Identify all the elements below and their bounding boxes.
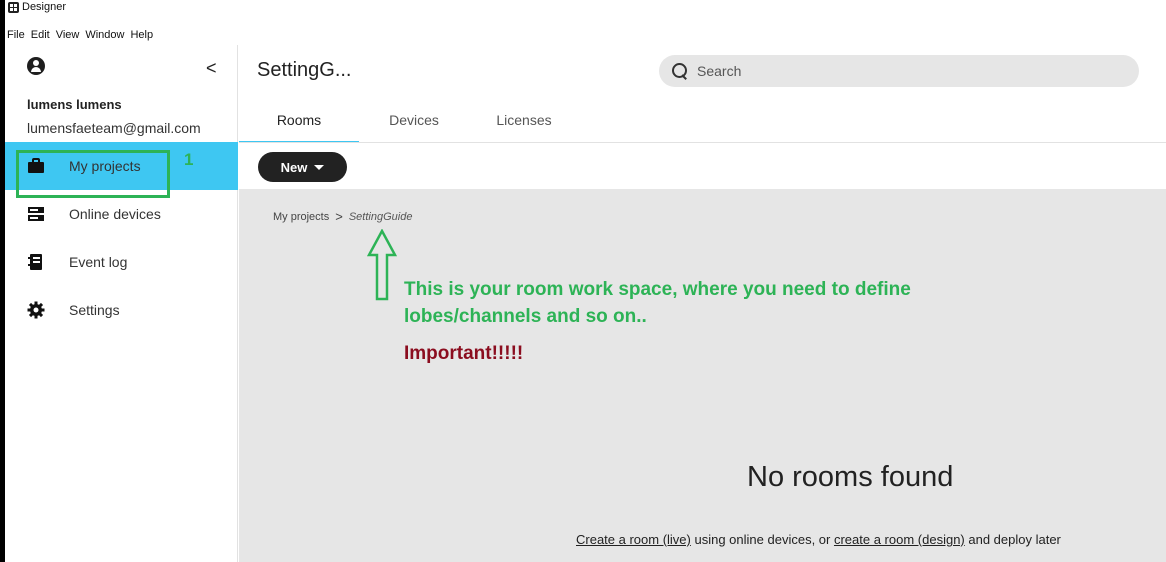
menu-view[interactable]: View xyxy=(56,29,80,41)
tabs-divider xyxy=(239,142,1166,143)
new-button-label: New xyxy=(280,159,308,175)
collapse-sidebar-button[interactable]: < xyxy=(206,59,217,77)
menu-help[interactable]: Help xyxy=(130,29,153,41)
caret-down-icon xyxy=(314,164,325,170)
create-room-live-link[interactable]: Create a room (live) xyxy=(576,532,691,547)
search-input[interactable] xyxy=(697,63,1117,79)
page-title: SettingG... xyxy=(257,59,352,81)
book-icon xyxy=(28,254,42,270)
annotation-line-1: This is your room work space, where you … xyxy=(404,279,911,300)
gear-icon xyxy=(27,301,45,319)
app-logo-icon xyxy=(8,1,19,13)
menu-edit[interactable]: Edit xyxy=(31,29,50,41)
window-title: Designer xyxy=(22,1,67,13)
sidebar: < lumens lumens lumensfaeteam@gmail.com … xyxy=(5,45,238,562)
search-bar[interactable] xyxy=(659,55,1139,87)
breadcrumb-my-projects[interactable]: My projects xyxy=(273,211,329,223)
tab-rooms[interactable]: Rooms xyxy=(239,97,359,143)
tab-bar: Rooms Devices Licenses xyxy=(239,97,579,143)
empty-state-title: No rooms found xyxy=(747,461,954,493)
sidebar-item-label: Online devices xyxy=(69,206,161,222)
sidebar-item-event-log[interactable]: Event log xyxy=(5,238,238,286)
annotation-step-number: 1 xyxy=(184,150,194,169)
tab-devices[interactable]: Devices xyxy=(359,97,469,143)
empty-hint-text-mid: using online devices, or xyxy=(690,532,834,547)
title-bar: Designer xyxy=(5,0,1166,14)
user-name: lumens lumens xyxy=(27,97,122,112)
user-email: lumensfaeteam@gmail.com xyxy=(27,120,201,136)
new-button[interactable]: New xyxy=(258,152,347,182)
account-row: < xyxy=(27,55,227,77)
breadcrumb: My projects > SettingGuide xyxy=(273,209,412,224)
sidebar-item-label: Event log xyxy=(69,254,128,270)
room-workspace: My projects > SettingGuide This is your … xyxy=(239,189,1166,562)
annotation-text: This is your room work space, where you … xyxy=(404,276,911,330)
menu-bar: File Edit View Window Help xyxy=(5,28,153,42)
main-content: SettingG... Rooms Devices Licenses New M… xyxy=(239,45,1166,562)
create-room-design-link[interactable]: create a room (design) xyxy=(834,532,965,547)
account-icon[interactable] xyxy=(27,57,45,75)
empty-hint-text-end: and deploy later xyxy=(964,532,1061,547)
menu-file[interactable]: File xyxy=(7,29,25,41)
annotation-highlight-box xyxy=(16,150,170,198)
menu-window[interactable]: Window xyxy=(85,29,124,41)
annotation-line-2: lobes/channels and so on.. xyxy=(404,306,647,327)
sidebar-item-label: Settings xyxy=(69,302,120,318)
search-icon xyxy=(671,62,689,80)
breadcrumb-current: SettingGuide xyxy=(348,210,413,223)
server-icon xyxy=(28,207,44,221)
designer-window: Designer File Edit View Window Help < lu… xyxy=(5,0,1166,562)
chevron-right-icon: > xyxy=(335,209,343,224)
tab-licenses[interactable]: Licenses xyxy=(469,97,579,143)
sidebar-item-settings[interactable]: Settings xyxy=(5,286,238,334)
empty-state-hint: Create a room (live) using online device… xyxy=(576,532,1061,547)
annotation-important: Important!!!!! xyxy=(404,343,524,364)
annotation-arrow-up-icon xyxy=(367,229,397,301)
